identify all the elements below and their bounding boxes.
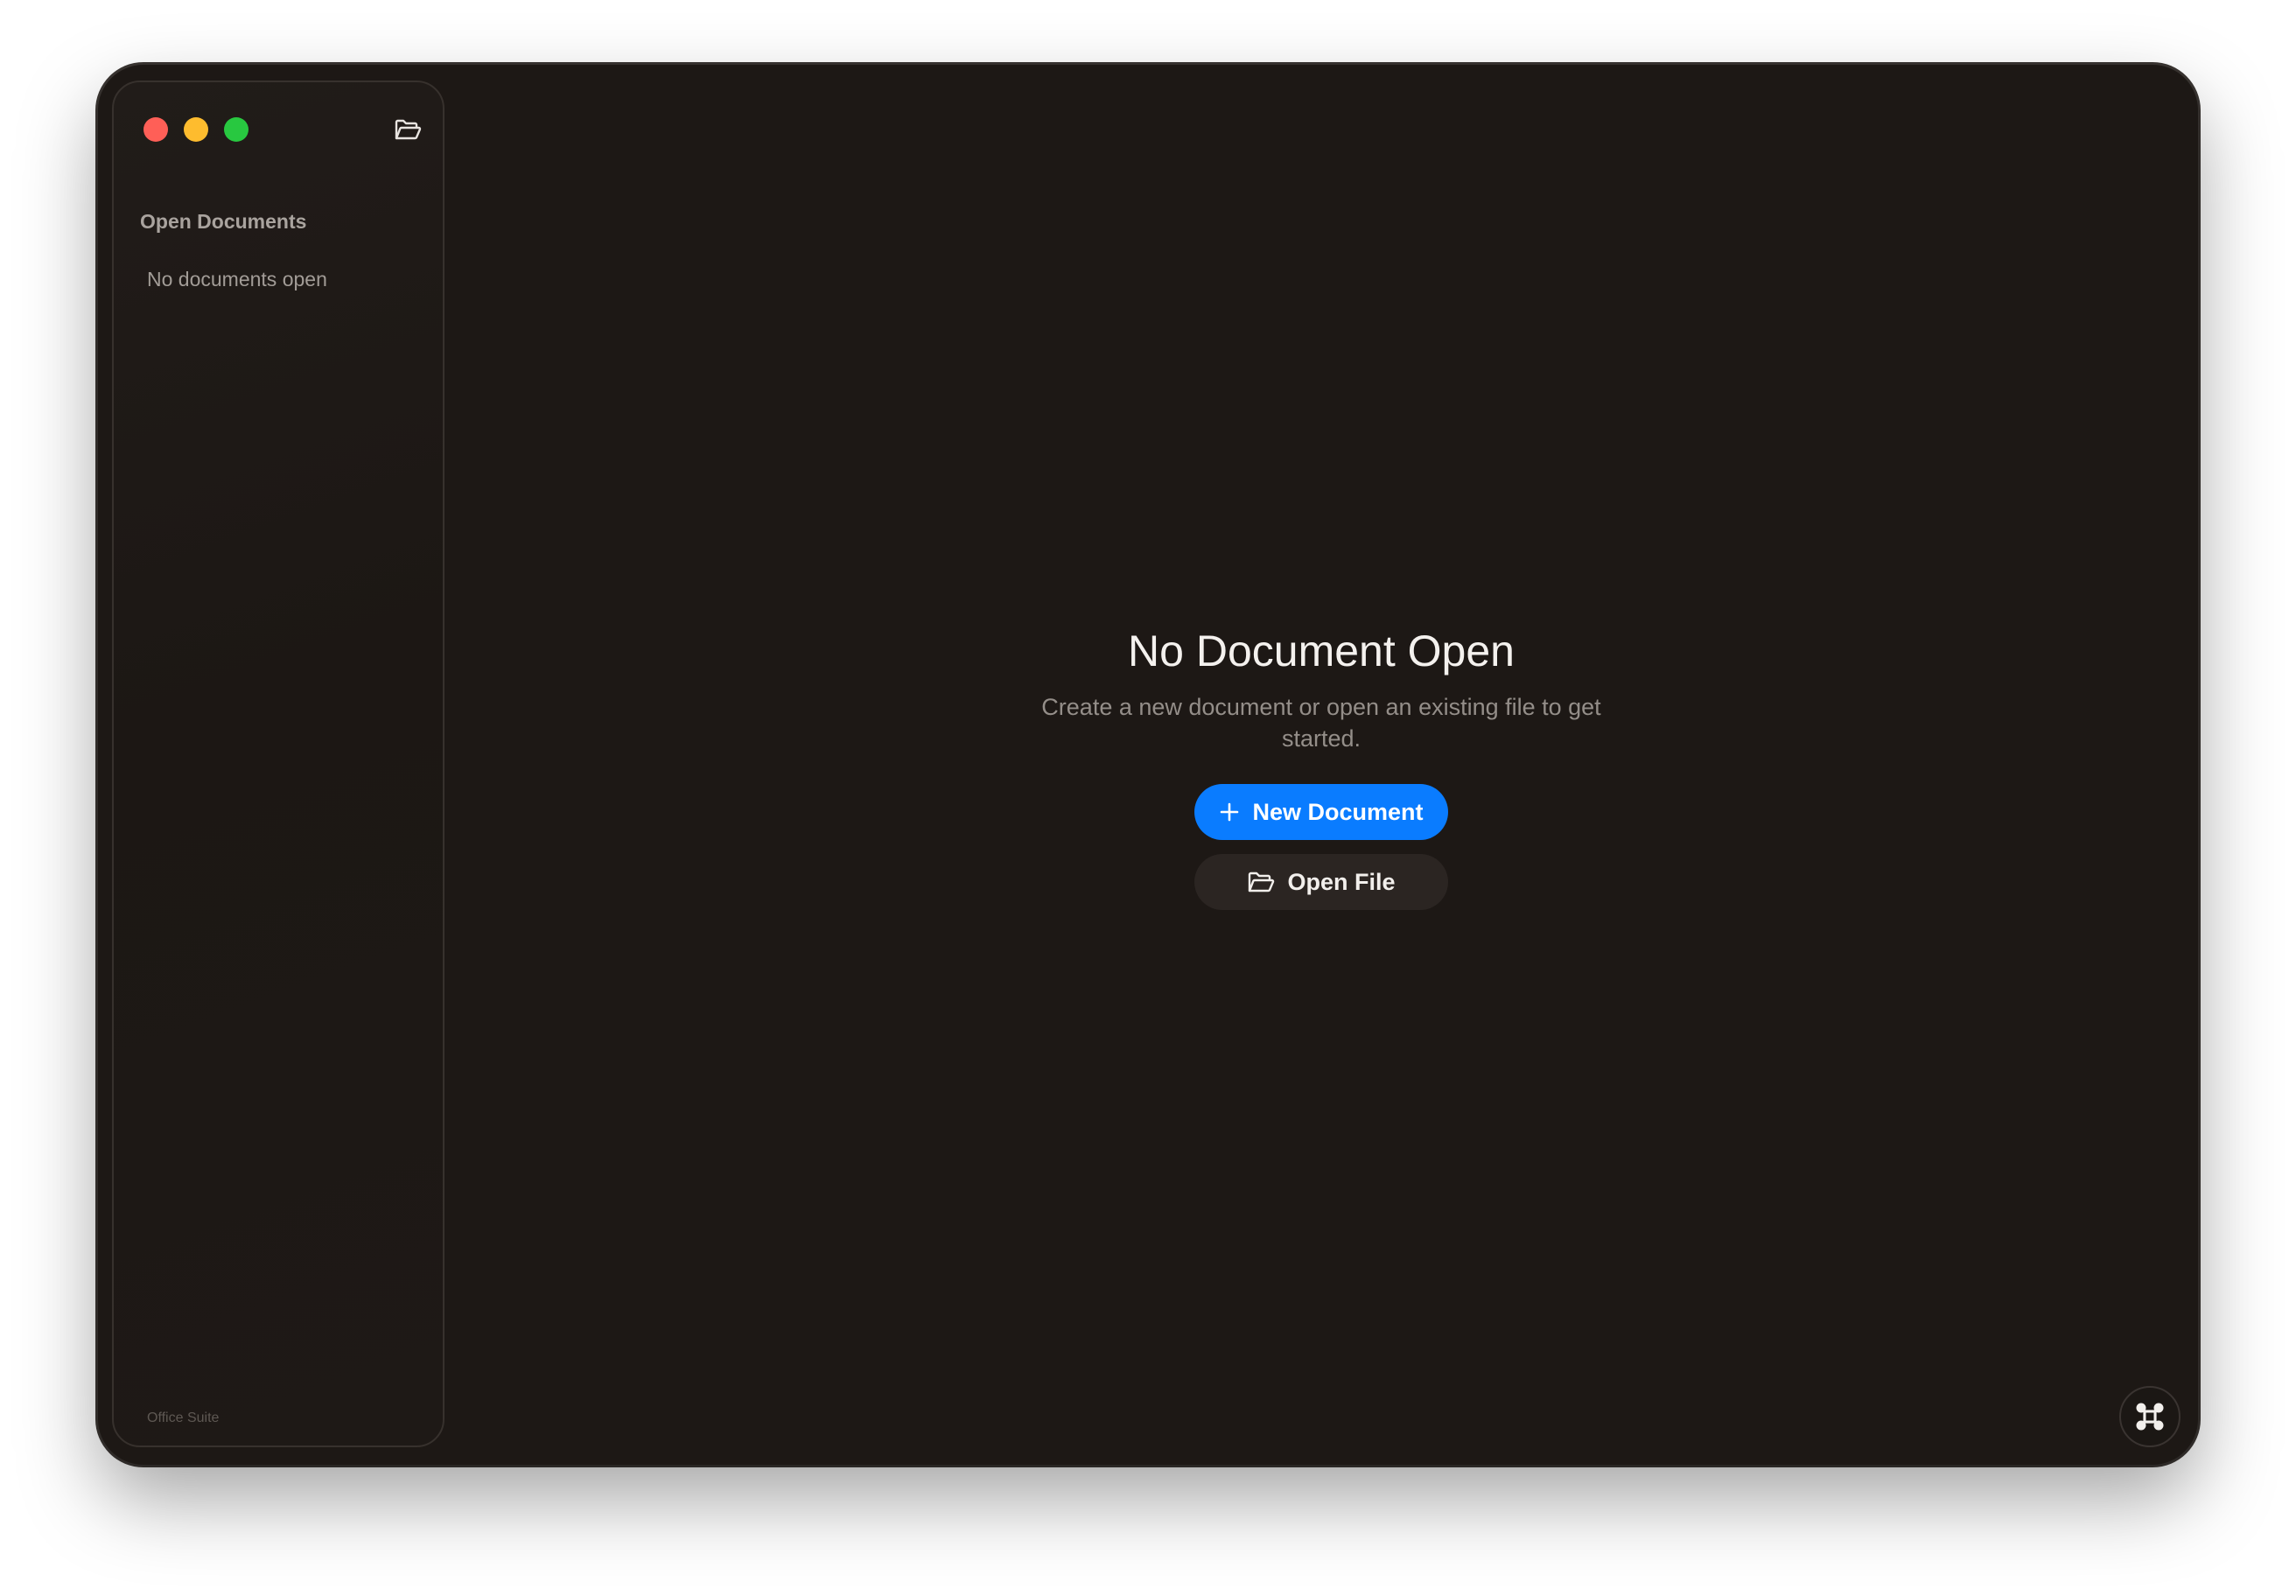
- zoom-window-button[interactable]: [224, 117, 248, 142]
- empty-state-subtitle: Create a new document or open an existin…: [1041, 694, 1601, 752]
- folder-open-icon: [395, 119, 422, 140]
- screen: Open Documents No documents open Office …: [0, 0, 2296, 1596]
- open-file-button[interactable]: Open File: [1194, 854, 1448, 910]
- plus-icon: [1221, 802, 1239, 822]
- minimize-window-button[interactable]: [184, 117, 208, 142]
- empty-state-title: No Document Open: [1128, 626, 1515, 676]
- sidebar: Open Documents No documents open Office …: [112, 80, 444, 1447]
- new-document-label: New Document: [1252, 798, 1424, 825]
- window-controls: [144, 117, 248, 142]
- main-content: No Document Open Create a new document o…: [444, 65, 2198, 1465]
- command-palette-button[interactable]: [2119, 1386, 2180, 1447]
- open-file-label: Open File: [1287, 868, 1396, 895]
- sidebar-open-file-button[interactable]: [390, 112, 425, 147]
- sidebar-footer-label: Office Suite: [147, 1410, 220, 1425]
- empty-state: No Document Open Create a new document o…: [444, 625, 2198, 910]
- command-icon: [2136, 1403, 2164, 1431]
- close-window-button[interactable]: [144, 117, 168, 142]
- new-document-button[interactable]: New Document: [1194, 784, 1448, 840]
- folder-open-icon: [1249, 872, 1275, 892]
- sidebar-title: Open Documents: [140, 210, 307, 233]
- sidebar-empty-label: No documents open: [147, 268, 327, 290]
- app-window: Open Documents No documents open Office …: [98, 65, 2198, 1465]
